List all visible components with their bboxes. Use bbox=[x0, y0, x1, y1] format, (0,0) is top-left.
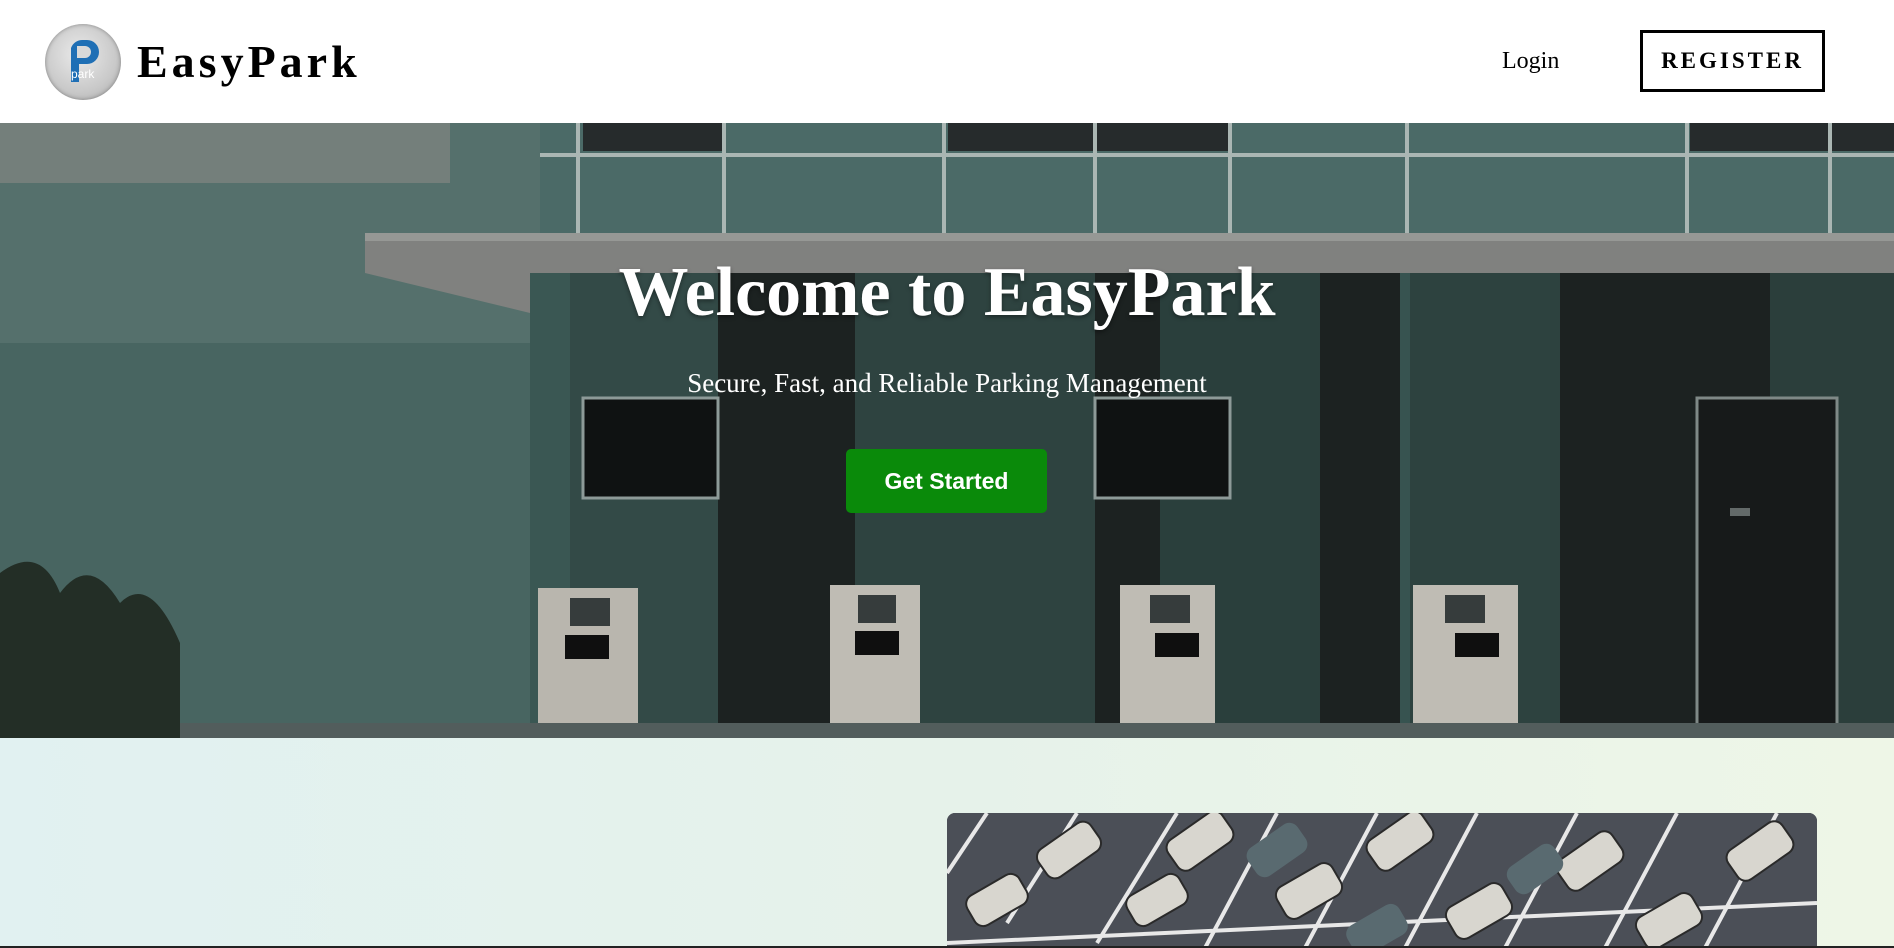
p-park-logo-icon: park bbox=[71, 39, 99, 82]
site-header: park EasyPark Login REGISTER bbox=[0, 0, 1894, 123]
hero-title: Welcome to EasyPark bbox=[618, 254, 1276, 331]
features-section bbox=[0, 738, 1894, 948]
parking-lot-graphic bbox=[947, 813, 1817, 948]
brand-name[interactable]: EasyPark bbox=[137, 36, 361, 88]
login-link[interactable]: Login bbox=[1502, 47, 1559, 75]
logo-icon[interactable]: park bbox=[45, 24, 121, 100]
get-started-button[interactable]: Get Started bbox=[846, 449, 1047, 513]
hero-overlay bbox=[0, 123, 1894, 738]
parking-lot-aerial-image bbox=[947, 813, 1817, 948]
hero-subtitle: Secure, Fast, and Reliable Parking Manag… bbox=[687, 368, 1207, 398]
register-button[interactable]: REGISTER bbox=[1640, 30, 1825, 92]
logo-text: park bbox=[71, 67, 95, 81]
hero-section: Welcome to EasyPark Secure, Fast, and Re… bbox=[0, 123, 1894, 738]
